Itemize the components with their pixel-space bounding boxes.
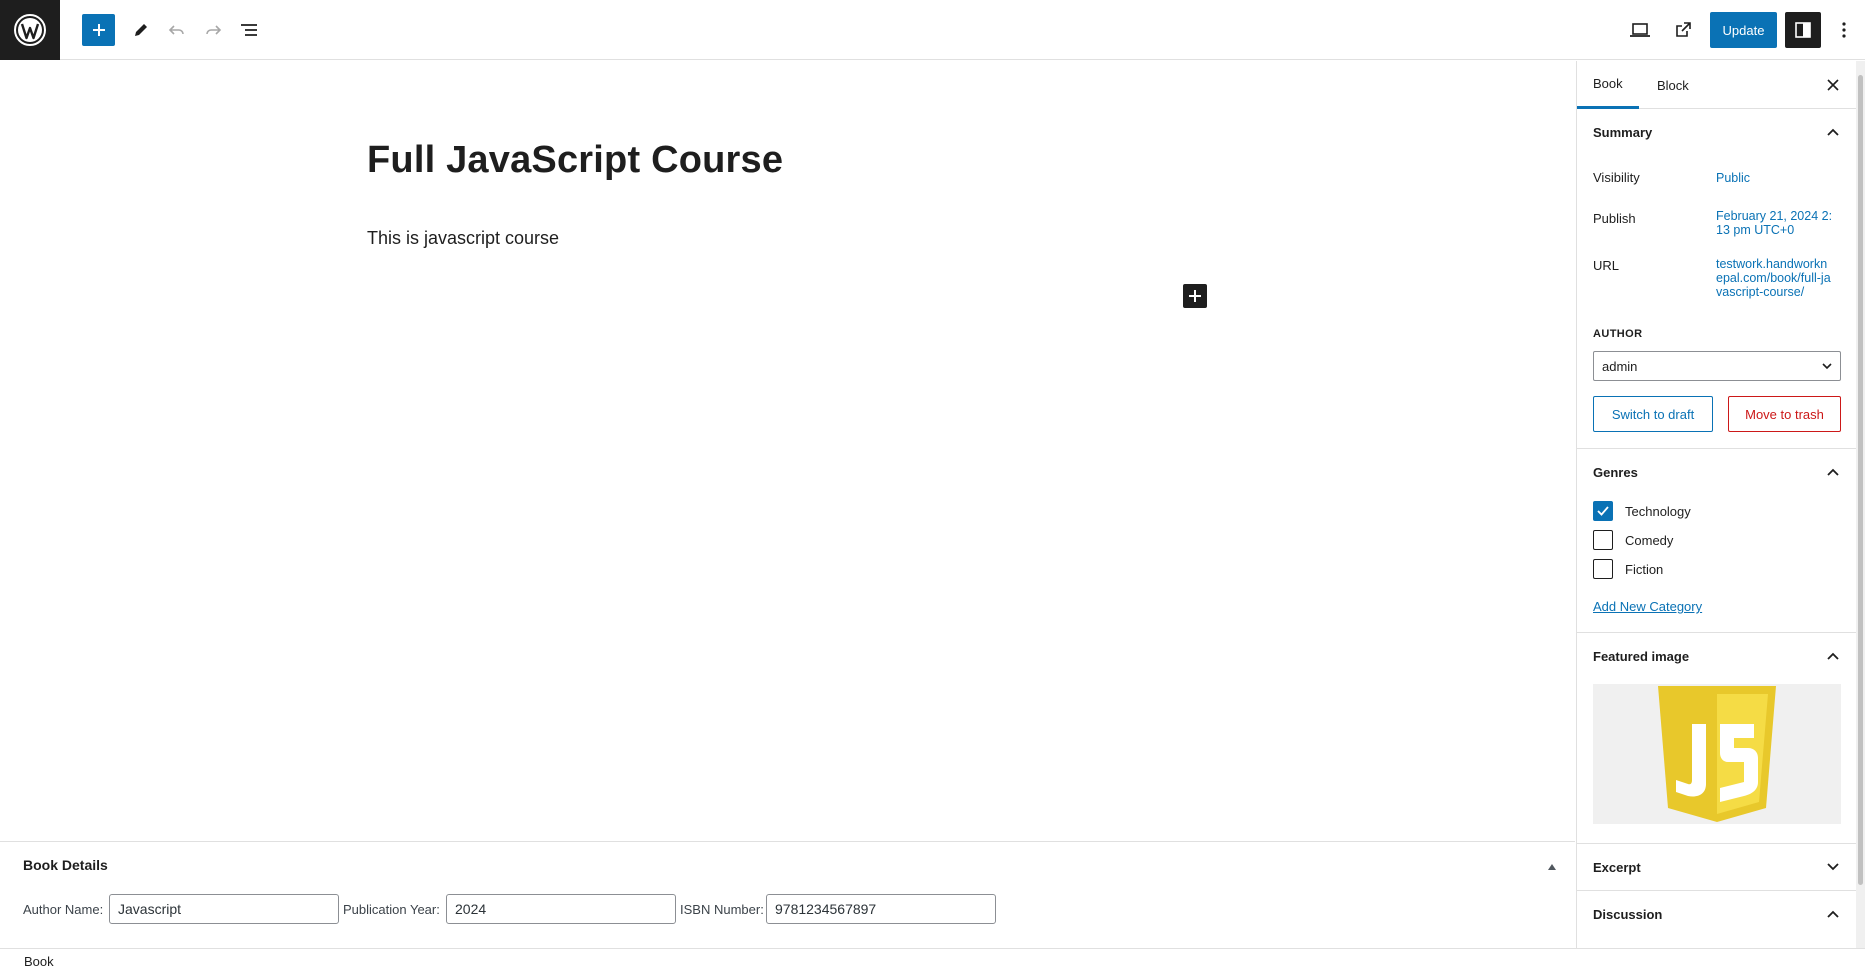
url-value[interactable]: testwork.handworknepal.com/book/full-jav… [1716, 257, 1834, 299]
laptop-icon [1630, 23, 1650, 37]
add-block-button[interactable] [1183, 284, 1207, 308]
metabox-title: Book Details [23, 857, 108, 873]
publication-year-label: Publication Year: [343, 902, 440, 917]
genre-comedy[interactable]: Comedy [1593, 530, 1673, 550]
featured-image-title: Featured image [1593, 648, 1690, 664]
document-overview-button[interactable] [231, 12, 267, 48]
redo-icon [206, 25, 222, 35]
discussion-toggle[interactable] [1821, 902, 1845, 926]
genres-toggle[interactable] [1821, 460, 1845, 484]
editor-canvas: Full JavaScript Course This is javascrip… [0, 61, 1575, 841]
redo-button[interactable] [195, 12, 231, 48]
genres-title: Genres [1593, 464, 1638, 480]
publication-year-input[interactable] [446, 894, 676, 924]
update-button[interactable]: Update [1710, 12, 1777, 48]
javascript-logo-icon [1658, 686, 1776, 822]
featured-image[interactable] [1593, 684, 1841, 824]
undo-icon [168, 25, 184, 35]
book-details-metabox: Book Details Author Name: Publication Ye… [0, 841, 1575, 948]
genre-technology[interactable]: Technology [1593, 501, 1691, 521]
block-inserter-button[interactable] [82, 14, 115, 46]
chevron-up-icon [1827, 652, 1839, 660]
author-select[interactable]: admin [1593, 351, 1841, 381]
visibility-value[interactable]: Public [1716, 171, 1834, 185]
paragraph-block[interactable]: This is javascript course [367, 228, 559, 249]
switch-to-draft-button[interactable]: Switch to draft [1593, 396, 1713, 432]
chevron-down-icon [1822, 363, 1832, 370]
checkbox[interactable] [1593, 559, 1613, 579]
genres-panel-header[interactable]: Genres [1577, 449, 1856, 495]
sidebar-icon [1795, 22, 1811, 38]
external-link-icon [1676, 22, 1691, 37]
visibility-label: Visibility [1593, 170, 1640, 185]
excerpt-title: Excerpt [1593, 859, 1641, 875]
isbn-label: ISBN Number: [680, 902, 764, 917]
post-title[interactable]: Full JavaScript Course [367, 139, 783, 182]
chevron-up-icon [1827, 128, 1839, 136]
checkbox-checked[interactable] [1593, 501, 1613, 521]
sidebar-tabs: Book Block [1577, 61, 1856, 109]
featured-image-panel-header[interactable]: Featured image [1577, 633, 1856, 679]
chevron-up-icon [1827, 910, 1839, 918]
close-settings-button[interactable] [1821, 73, 1845, 97]
tab-book[interactable]: Book [1577, 61, 1639, 109]
publish-value[interactable]: February 21, 2024 2:13 pm UTC+0 [1716, 209, 1834, 237]
genre-label: Fiction [1625, 561, 1664, 577]
featured-image-toggle[interactable] [1821, 644, 1845, 668]
list-view-icon [241, 24, 257, 36]
excerpt-panel-header[interactable]: Excerpt [1577, 844, 1856, 890]
breadcrumb[interactable]: Book [24, 954, 54, 969]
settings-button[interactable] [1785, 12, 1821, 48]
chevron-up-icon [1827, 468, 1839, 476]
url-label: URL [1593, 258, 1620, 273]
options-button[interactable] [1826, 12, 1862, 48]
tools-button[interactable] [123, 12, 159, 48]
pencil-icon [135, 24, 147, 36]
triangle-up-icon [1548, 864, 1556, 870]
genre-label: Comedy [1625, 532, 1674, 548]
move-to-trash-button[interactable]: Move to trash [1728, 396, 1841, 432]
wordpress-logo[interactable] [0, 0, 60, 60]
more-vertical-icon [1842, 22, 1846, 38]
summary-toggle[interactable] [1821, 120, 1845, 144]
close-icon [1827, 79, 1839, 91]
discussion-title: Discussion [1593, 906, 1663, 922]
excerpt-toggle[interactable] [1821, 855, 1845, 879]
genre-label: Technology [1625, 503, 1691, 519]
author-select-value: admin [1602, 358, 1638, 374]
sidebar-scrollbar-thumb[interactable] [1858, 75, 1863, 885]
plus-icon [92, 24, 105, 36]
summary-panel-header[interactable]: Summary [1577, 109, 1856, 155]
editor-header: Update [0, 0, 1865, 60]
wordpress-icon [14, 14, 46, 46]
editor-footer: Book [0, 948, 1865, 972]
settings-sidebar: Book Block Summary Visibility Public Pub… [1576, 61, 1856, 948]
tab-block[interactable]: Block [1641, 61, 1705, 109]
undo-button[interactable] [159, 12, 195, 48]
add-new-category-link[interactable]: Add New Category [1593, 599, 1702, 614]
summary-title: Summary [1593, 124, 1653, 140]
metabox-toggle[interactable] [1545, 860, 1559, 874]
preview-button[interactable] [1622, 12, 1658, 48]
publish-label: Publish [1593, 211, 1636, 226]
view-post-button[interactable] [1665, 12, 1701, 48]
author-name-input[interactable] [109, 894, 339, 924]
genre-fiction[interactable]: Fiction [1593, 559, 1663, 579]
checkmark-icon [1597, 506, 1609, 516]
plus-icon [1189, 290, 1201, 302]
author-label: AUTHOR [1593, 328, 1643, 340]
author-name-label: Author Name: [23, 902, 104, 917]
chevron-down-icon [1827, 863, 1839, 871]
isbn-input[interactable] [766, 894, 996, 924]
discussion-panel-header[interactable]: Discussion [1577, 891, 1856, 937]
checkbox[interactable] [1593, 530, 1613, 550]
